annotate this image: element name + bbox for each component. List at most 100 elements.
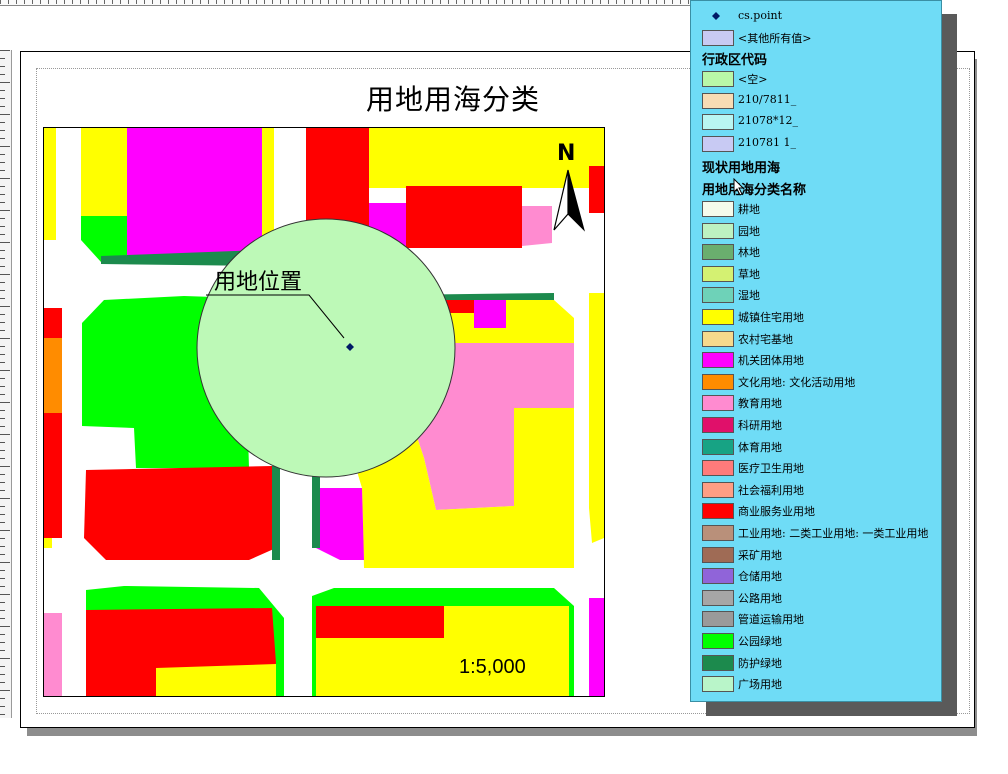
parcel-residential [589,128,604,166]
legend-swatch [702,654,734,671]
parcel-residential [514,408,574,568]
parcel-residential [156,664,276,696]
legend-class-item: 管道运输用地 [691,608,941,628]
legend-label: 教育用地 [738,397,782,411]
legend-class-item: 公园绿地 [691,630,941,650]
legend-label: 210/7811_ [738,92,797,106]
parcel-institutional [316,488,364,560]
legend-label: 科研用地 [738,419,782,432]
horizontal-ruler [0,0,690,6]
legend-label: 防护绿地 [738,656,782,670]
legend-admin-item: 210/7811_ [691,90,941,110]
parcel-green-edge [272,466,280,560]
legend-class-item: 商业服务业用地 [691,500,941,520]
map-title[interactable]: 用地用海分类 [366,78,540,118]
legend-class-item: 城镇住宅用地 [691,306,941,326]
legend-label: 广场用地 [738,678,782,692]
legend-class-item: 采矿用地 [691,544,941,564]
legend-class-item: 公路用地 [691,587,941,607]
legend-class-item: 防护绿地 [691,652,941,672]
legend-swatch [702,438,734,455]
location-label[interactable]: 用地位置 [214,264,302,296]
legend-item-other: <其他所有值> [691,27,941,47]
legend-class-item: 草地 [691,263,941,283]
legend-swatch [702,417,734,433]
legend-class-item: 科研用地 [691,414,941,434]
legend-swatch [702,460,734,477]
legend-label: 仓储用地 [738,570,782,584]
legend-class-item: 仓储用地 [691,565,941,585]
legend-class-item: 工业用地: 二类工业用地: 一类工业用地 [691,522,941,542]
legend-swatch [702,525,734,541]
legend-admin-item: 210781 1_ [691,133,941,153]
legend-class-item: 广场用地 [691,673,941,693]
legend-label: 公路用地 [738,591,782,605]
parcel-education [44,613,62,696]
legend-swatch [702,395,734,412]
legend-swatch [702,222,734,239]
legend-label: 管道运输用地 [738,613,804,627]
legend-swatch [702,352,734,369]
parcel-institutional [474,300,506,328]
parcel-residential [369,128,589,188]
legend-class-item: 社会福利用地 [691,479,941,499]
legend-swatch [702,330,734,347]
legend-point-layer: cs.point [738,9,782,22]
legend-label: 耕地 [738,203,760,216]
legend-swatch [702,201,734,217]
mouse-cursor-icon [733,178,745,196]
parcel-commercial [589,166,604,213]
parcel-institutional [127,128,262,256]
legend-class-item: 农村宅基地 [691,328,941,348]
legend-class-item: 园地 [691,220,941,240]
legend-swatch [702,92,734,109]
legend-swatch [702,373,734,390]
legend-label: 工业用地: 二类工业用地: 一类工业用地 [738,527,929,540]
legend-label: 园地 [738,224,760,238]
legend-swatch [702,30,734,46]
legend-label: 公园绿地 [738,635,782,648]
parcel-residential [262,128,274,246]
legend-label: 采矿用地 [738,548,782,562]
vertical-ruler [0,50,12,718]
parcel-residential [589,293,604,543]
legend-heading-class: 用地用海分类名称 [702,183,807,198]
legend-label: 商业服务业用地 [738,505,815,519]
legend-label: <空> [738,73,768,86]
legend-label: 农村宅基地 [738,332,793,346]
parcel-commercial [316,606,444,638]
legend-swatch [702,611,734,628]
legend-swatch [702,287,734,304]
scale-text[interactable]: 1:5,000 [459,656,526,679]
parcel-residential [44,128,56,240]
legend-panel[interactable]: cs.point <其他所有值> 行政区代码 <空> 210/7811_ 21078… [690,0,942,702]
legend-class-item: 教育用地 [691,392,941,412]
legend-swatch [702,135,734,152]
legend-swatch [702,633,734,649]
map-frame[interactable] [43,127,605,697]
site-buffer-circle [196,218,456,478]
legend-label: 体育用地 [738,440,782,454]
legend-class-item: 机关团体用地 [691,349,941,369]
legend-admin-item: <空> [691,68,941,88]
legend-label: 林地 [738,246,760,260]
parcel-residential [81,128,127,216]
parcel-commercial [84,466,276,560]
parcel-culture [44,338,62,413]
legend-label: 机关团体用地 [738,354,804,368]
parcel-residential [44,538,52,548]
parcel-green [81,216,127,262]
legend-heading-current: 现状用地用海 [702,161,781,176]
legend-label: 湿地 [738,289,760,303]
legend-class-item: 耕地 [691,198,941,218]
legend-swatch [702,265,734,282]
legend-class-item: 文化用地: 文化活动用地 [691,371,941,391]
legend-admin-item: 21078*12_ [691,111,941,131]
legend-class-item: 林地 [691,241,941,261]
legend-swatch [702,481,734,498]
legend-swatch [702,114,734,130]
legend-class-item: 体育用地 [691,436,941,456]
legend-swatch [702,244,734,261]
parcel-commercial [406,186,522,248]
legend-class-item: 医疗卫生用地 [691,457,941,477]
